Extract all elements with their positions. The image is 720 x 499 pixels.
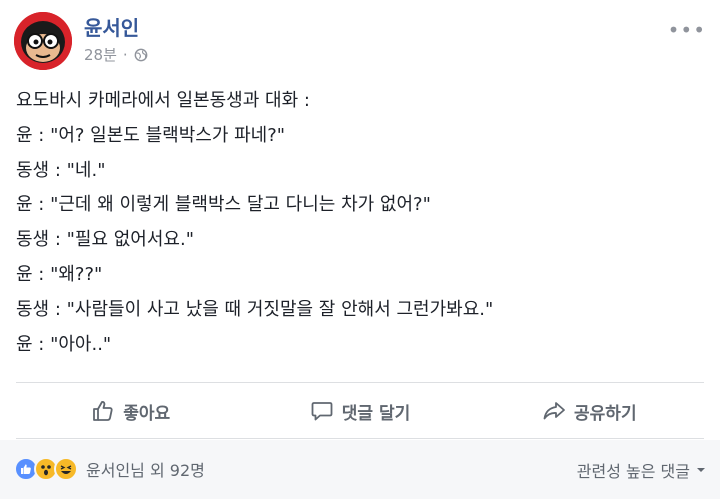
globe-icon[interactable]	[134, 48, 148, 62]
post-timestamp[interactable]: 28분	[84, 44, 117, 65]
sort-label: 관련성 높은 댓글	[576, 462, 690, 481]
share-button[interactable]: 공유하기	[475, 399, 704, 424]
comment-label: 댓글 달기	[341, 403, 411, 424]
post-line: 동생 : "필요 없어서요."	[16, 229, 194, 251]
like-button[interactable]: 좋아요	[16, 399, 245, 424]
more-options-button[interactable]: •••	[668, 18, 706, 42]
post-meta: 28분 ·	[84, 44, 148, 65]
laughing-face-icon	[60, 465, 72, 474]
post-actions: 좋아요 댓글 달기 공유하기	[16, 385, 704, 437]
post-author-name[interactable]: 윤서인	[84, 12, 139, 41]
reactions-footer: 윤서인님 외 92명 관련성 높은 댓글	[0, 440, 720, 499]
comment-sort-dropdown[interactable]: 관련성 높은 댓글	[577, 458, 706, 482]
divider	[16, 438, 704, 439]
post-line: 윤 : "근데 왜 이렇게 블랙박스 달고 다니는 차가 없어?"	[16, 194, 431, 216]
haha-reaction-icon	[54, 457, 78, 481]
reaction-summary[interactable]: 윤서인님 외 92명	[14, 457, 205, 481]
post-line: 동생 : "네."	[16, 159, 106, 181]
caret-down-icon	[697, 468, 705, 472]
post-body: 요도바시 카메라에서 일본동생과 대화 : 윤 : "어? 일본도 블랙박스가 …	[16, 84, 704, 362]
comment-icon	[311, 402, 333, 421]
wow-face-icon	[41, 465, 51, 476]
post-line: 윤 : "왜??"	[16, 263, 103, 285]
meta-separator: ·	[122, 45, 128, 64]
avatar-image	[14, 12, 72, 70]
share-label: 공유하기	[574, 403, 637, 424]
divider	[16, 382, 704, 383]
share-icon	[543, 402, 565, 420]
thumbs-up-icon	[93, 401, 113, 421]
post-line: 동생 : "사람들이 사고 났을 때 거짓말을 잘 안해서 그런가봐요."	[16, 298, 494, 320]
comment-button[interactable]: 댓글 달기	[245, 399, 474, 424]
reaction-count[interactable]: 윤서인님 외 92명	[86, 457, 205, 481]
post-line: 윤 : "어? 일본도 블랙박스가 파네?"	[16, 124, 286, 146]
post-line: 요도바시 카메라에서 일본동생과 대화 :	[16, 90, 310, 111]
post-line: 윤 : "아아.."	[16, 333, 112, 355]
like-label: 좋아요	[123, 403, 171, 424]
author-avatar[interactable]	[14, 12, 72, 70]
thumbs-up-icon	[21, 464, 31, 474]
